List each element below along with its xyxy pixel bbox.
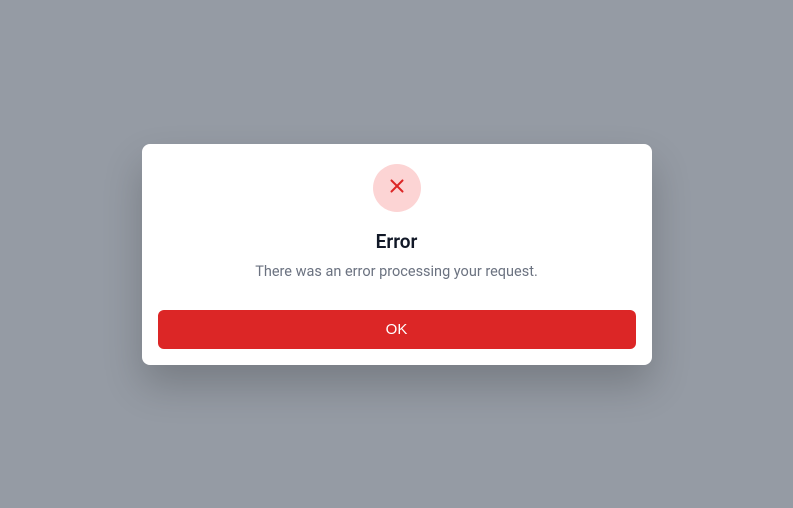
error-icon-circle [373, 164, 421, 212]
dialog-message: There was an error processing your reque… [255, 263, 538, 280]
dialog-title: Error [376, 230, 418, 253]
error-dialog: Error There was an error processing your… [142, 144, 652, 365]
x-icon [386, 175, 408, 201]
ok-button[interactable]: OK [158, 310, 636, 349]
